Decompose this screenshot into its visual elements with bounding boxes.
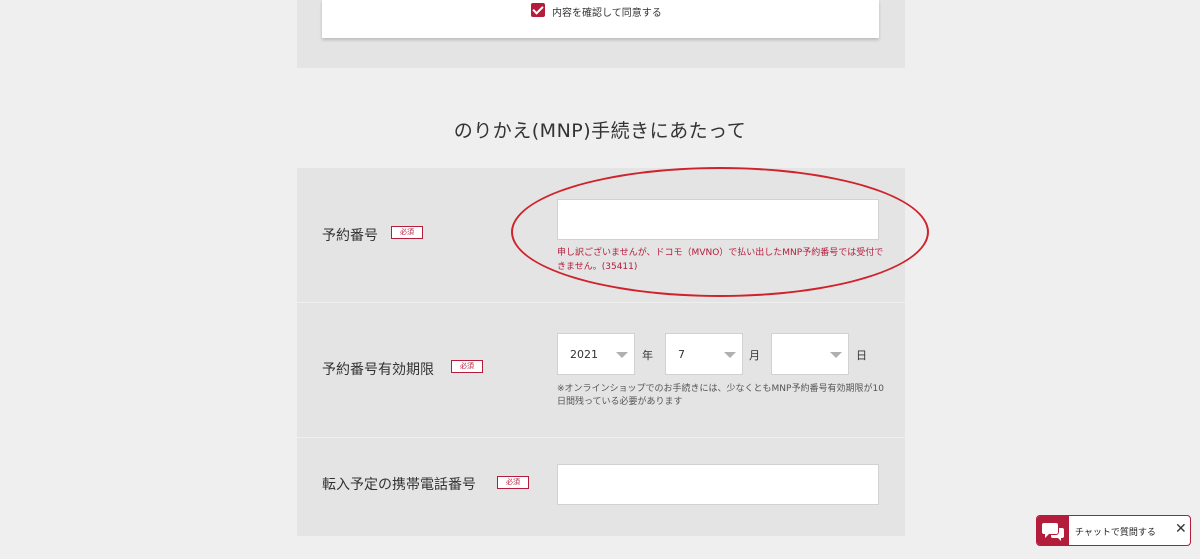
day-unit: 日 bbox=[856, 349, 867, 362]
expiry-year-select[interactable]: 2021 bbox=[557, 333, 635, 375]
month-unit: 月 bbox=[749, 349, 760, 362]
chat-icon bbox=[1037, 516, 1069, 545]
row-divider bbox=[297, 302, 905, 303]
phone-label: 転入予定の携帯電話番号 bbox=[322, 477, 476, 493]
year-unit: 年 bbox=[642, 349, 653, 362]
phone-input[interactable] bbox=[557, 464, 879, 505]
section-title: のりかえ(MNP)手続きにあたって bbox=[453, 120, 747, 142]
expiry-year-value: 2021 bbox=[570, 348, 598, 361]
chevron-down-icon bbox=[724, 352, 736, 358]
agreement-label[interactable]: 内容を確認して同意する bbox=[552, 4, 662, 19]
highlight-annotation bbox=[511, 167, 929, 297]
chevron-down-icon bbox=[616, 352, 628, 358]
expiry-day-select[interactable] bbox=[771, 333, 849, 375]
expiry-label: 予約番号有効期限 bbox=[322, 362, 434, 378]
expiry-month-select[interactable]: 7 bbox=[665, 333, 743, 375]
required-badge: 必須 bbox=[497, 476, 529, 489]
reservation-number-label: 予約番号 bbox=[322, 228, 378, 244]
chat-label[interactable]: チャットで質問する bbox=[1075, 525, 1156, 538]
close-icon[interactable]: ✕ bbox=[1175, 521, 1187, 537]
expiry-month-value: 7 bbox=[678, 348, 685, 361]
chat-widget[interactable]: チャットで質問する ✕ bbox=[1036, 515, 1191, 546]
chevron-down-icon bbox=[830, 352, 842, 358]
expiry-note: ※オンラインショップでのお手続きには、少なくともMNP予約番号有効期限が10日間… bbox=[557, 384, 884, 407]
required-badge: 必須 bbox=[391, 226, 423, 239]
row-divider bbox=[297, 437, 905, 438]
agreement-checkbox[interactable] bbox=[531, 3, 545, 17]
required-badge: 必須 bbox=[451, 360, 483, 373]
